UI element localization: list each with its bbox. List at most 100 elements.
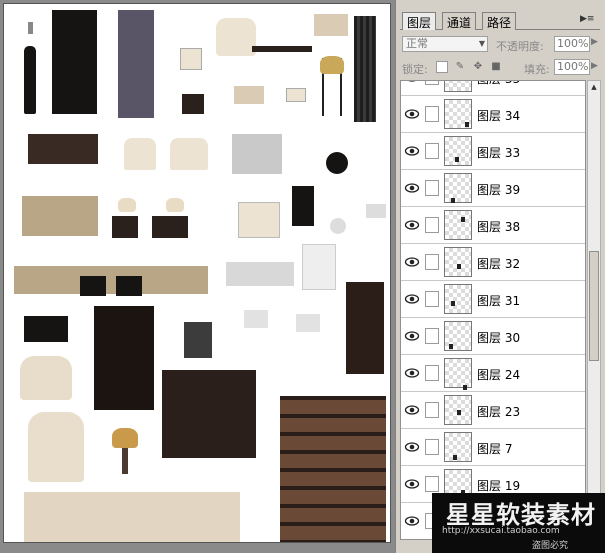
tab-channels[interactable]: 通道 (442, 12, 477, 30)
eye-icon[interactable] (404, 81, 420, 85)
layer-name: 图层 32 (477, 257, 521, 271)
door-image (346, 282, 384, 374)
side-table-image (232, 134, 282, 174)
basin-image (366, 204, 386, 218)
watermark-url: http://xxsucai.taobao.com (442, 526, 560, 536)
layer-row[interactable]: 图层 39 (401, 170, 585, 207)
layer-row[interactable]: 图层 31 (401, 281, 585, 318)
lamp-base-c-image (122, 448, 128, 474)
lock-all-icon[interactable]: ■ (490, 61, 502, 73)
layer-thumbnail-mark (451, 301, 455, 306)
layer-link-box[interactable] (425, 328, 439, 344)
layer-link-box[interactable] (425, 180, 439, 196)
layer-link-box[interactable] (425, 365, 439, 381)
opacity-input[interactable]: 100% (554, 36, 590, 52)
eye-icon[interactable] (404, 291, 420, 307)
blend-row: 正常 ▼ 不透明度: 100% ▶ (400, 34, 602, 54)
eye-icon[interactable] (404, 180, 420, 196)
lock-row: 锁定: ✎ ✥ ■ 填充: 100% ▶ (400, 58, 602, 78)
eye-icon[interactable] (404, 402, 420, 418)
watermark-title: 星星软装素材 (446, 500, 596, 529)
layer-link-box[interactable] (425, 106, 439, 122)
hanger-image (28, 22, 33, 34)
blend-mode-select[interactable]: 正常 ▼ (402, 36, 488, 52)
layer-thumbnail-mark (461, 217, 465, 222)
layer-thumbnail-mark (465, 122, 469, 127)
layer-row[interactable]: 图层 23 (401, 392, 585, 429)
eye-icon[interactable] (404, 217, 420, 233)
eye-icon[interactable] (404, 106, 420, 122)
club-chair-image (20, 356, 72, 400)
eye-icon[interactable] (404, 439, 420, 455)
tab-layers[interactable]: 图层 (402, 12, 437, 30)
eye-icon[interactable] (404, 513, 420, 529)
layer-link-box[interactable] (425, 439, 439, 455)
tab-paths[interactable]: 路径 (482, 12, 517, 30)
large-sofa-image (24, 492, 240, 542)
layer-row[interactable]: 图层 7 (401, 429, 585, 466)
washing-machine-image (184, 322, 212, 358)
layer-link-box[interactable] (425, 402, 439, 418)
lock-label: 锁定: (402, 63, 428, 76)
layer-thumbnail-mark (451, 198, 455, 203)
fill-label: 填充: (524, 63, 550, 76)
scroll-up-icon[interactable]: ▲ (589, 81, 599, 93)
layer-name: 图层 30 (477, 331, 521, 345)
layer-name: 图层 39 (477, 183, 521, 197)
panel-menu-icon[interactable]: ▶≡ (580, 12, 594, 26)
scroll-thumb[interactable] (589, 251, 599, 361)
sofa-side-table-a-image (80, 276, 106, 296)
layer-link-box[interactable] (425, 143, 439, 159)
layer-thumbnail-mark (457, 264, 461, 269)
eye-icon[interactable] (404, 328, 420, 344)
layer-link-box[interactable] (425, 476, 439, 492)
fill-input[interactable]: 100% (554, 59, 590, 75)
wardrobe-open-image (94, 306, 154, 410)
layer-row[interactable]: 图层 38 (401, 207, 585, 244)
cabinet-image (238, 202, 280, 238)
layer-thumbnail (444, 432, 472, 462)
layer-row[interactable]: 图层 33 (401, 81, 585, 96)
layer-row[interactable]: 图层 34 (401, 96, 585, 133)
layer-row[interactable]: 图层 32 (401, 244, 585, 281)
rug-runner-image (118, 10, 154, 118)
layer-scrollbar[interactable]: ▲ ▼ (587, 80, 601, 540)
layer-link-box[interactable] (425, 254, 439, 270)
lock-transparency-icon[interactable] (436, 61, 448, 73)
eye-icon[interactable] (404, 254, 420, 270)
document-workspace[interactable] (0, 0, 395, 553)
layer-name: 图层 24 (477, 368, 521, 382)
lock-move-icon[interactable]: ✥ (472, 61, 484, 73)
layer-row[interactable]: 图层 30 (401, 318, 585, 355)
eye-icon[interactable] (404, 476, 420, 492)
oven-image (292, 186, 314, 226)
layer-row[interactable]: 图层 24 (401, 355, 585, 392)
layer-name: 图层 7 (477, 442, 513, 456)
layer-thumbnail (444, 99, 472, 129)
table-lamp-c-image (112, 428, 138, 448)
layer-thumbnail (444, 395, 472, 425)
layer-thumbnail (444, 284, 472, 314)
document-canvas[interactable] (3, 3, 391, 543)
blend-mode-value: 正常 (406, 37, 428, 50)
sofa-side-table-b-image (116, 276, 142, 296)
layer-thumbnail-mark (457, 410, 461, 415)
layer-name: 图层 33 (477, 146, 521, 160)
fill-arrow-icon[interactable]: ▶ (591, 61, 598, 71)
layer-thumbnail (444, 210, 472, 240)
watermark-logo: 星星软装素材 http://xxsucai.taobao.com 盗图必究 (432, 493, 605, 553)
tv-image (24, 316, 68, 342)
layer-row[interactable]: 图层 33 (401, 133, 585, 170)
layer-thumbnail-mark (463, 385, 467, 390)
layer-name: 图层 38 (477, 220, 521, 234)
layer-thumbnail (444, 321, 472, 351)
chevron-down-icon: ▼ (478, 39, 485, 48)
opacity-arrow-icon[interactable]: ▶ (591, 37, 598, 47)
lock-paint-icon[interactable]: ✎ (454, 61, 466, 73)
layer-thumbnail (444, 81, 472, 92)
layer-link-box[interactable] (425, 291, 439, 307)
eye-icon[interactable] (404, 365, 420, 381)
eye-icon[interactable] (404, 143, 420, 159)
layer-link-box[interactable] (425, 217, 439, 233)
layer-link-box[interactable] (425, 81, 439, 85)
